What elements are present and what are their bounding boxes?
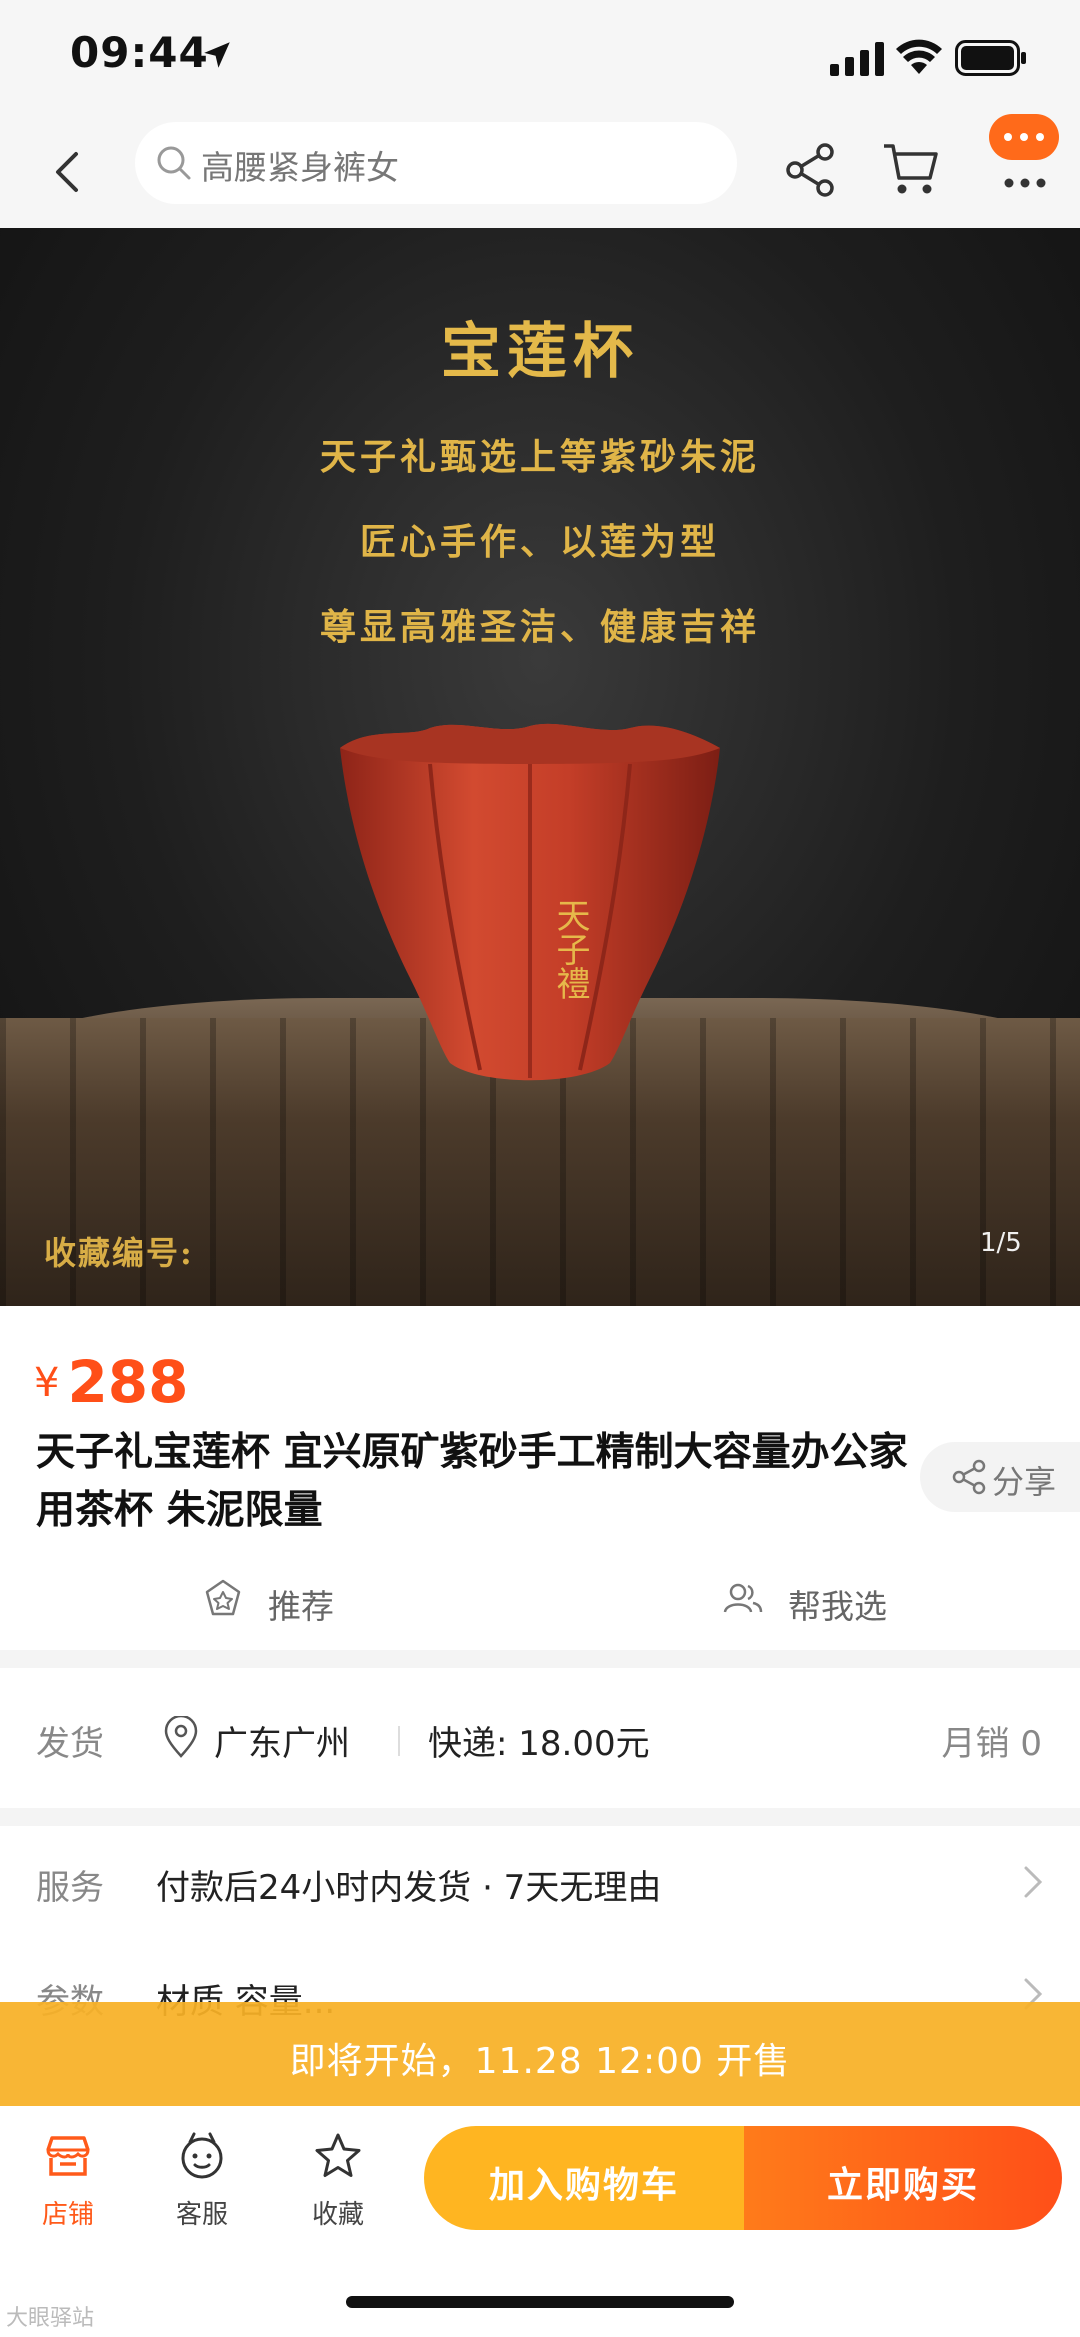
shipping-row[interactable]: 发货 广东广州 快递: 18.00元 月销 0: [0, 1668, 1080, 1808]
location-arrow-icon: [204, 42, 230, 68]
help-choose-label: 帮我选: [788, 1587, 887, 1626]
buy-now-label: 立即购买: [826, 2165, 979, 2206]
hero-line-3: 尊显高雅圣洁、健康吉祥: [319, 606, 760, 648]
share-label: 分享: [992, 1463, 1057, 1501]
shipping-fee: 快递: 18.00元: [428, 1724, 650, 1764]
shipping-location: 广东广州: [214, 1724, 350, 1764]
home-indicator[interactable]: [346, 2296, 734, 2308]
chevron-right-icon[interactable]: [1020, 1862, 1046, 1902]
recommend-row: 推荐 帮我选: [0, 1556, 1080, 1636]
share-icon[interactable]: [780, 140, 840, 200]
people-icon: [723, 1583, 763, 1613]
more-button[interactable]: [985, 114, 1065, 210]
cart-icon[interactable]: [880, 138, 942, 200]
search-input[interactable]: 高腰紧身裤女: [135, 122, 737, 204]
product-title: 天子礼宝莲杯 宜兴原矿紫砂手工精制大容量办公家用茶杯 朱泥限量: [36, 1430, 908, 1533]
image-counter: 1/5: [980, 1228, 1022, 1258]
divider: [398, 1726, 400, 1756]
teacup-image: 天子禮: [340, 723, 720, 1081]
status-bar: 09:44: [0, 0, 1080, 120]
recommend-icon: [205, 1579, 241, 1616]
tab-shop[interactable]: 店铺: [18, 2130, 118, 2240]
star-icon: [315, 2133, 361, 2177]
add-to-cart-button[interactable]: 加入购物车: [424, 2126, 744, 2230]
share-button[interactable]: 分享: [920, 1442, 1080, 1512]
customer-service-icon: [181, 2132, 223, 2179]
add-to-cart-label: 加入购物车: [488, 2165, 679, 2206]
shop-icon: [46, 2136, 90, 2176]
status-time: 09:44: [70, 28, 209, 77]
service-label: 服务: [36, 1868, 104, 1908]
message-badge: [989, 114, 1059, 160]
search-icon: [157, 146, 191, 180]
more-icon: [1004, 178, 1046, 188]
price-currency: ¥: [34, 1360, 60, 1406]
share-icon: [952, 1459, 986, 1495]
recommend-button[interactable]: 推荐: [202, 1576, 362, 1626]
product-image-carousel[interactable]: 宝莲杯 天子礼甄选上等紫砂朱泥 匠心手作、以莲为型 尊显高雅圣洁、健康吉祥 天子…: [0, 228, 1080, 1306]
price: ¥288: [34, 1348, 189, 1416]
presale-banner: 即将开始，11.28 12:00 开售: [0, 2002, 1080, 2106]
search-placeholder: 高腰紧身裤女: [201, 148, 399, 187]
cup-inscription: 天子禮: [550, 898, 590, 1000]
help-choose-button[interactable]: 帮我选: [722, 1576, 922, 1626]
tab-customer-service-label: 客服: [175, 2200, 228, 2230]
recommend-label: 推荐: [268, 1587, 334, 1626]
monthly-sales: 月销 0: [941, 1724, 1042, 1764]
tab-customer-service[interactable]: 客服: [152, 2130, 252, 2240]
signal-icon: [830, 42, 884, 76]
service-card: 服务 付款后24小时内发货 · 7天无理由 参数 材质 容量...: [0, 1826, 1080, 2026]
buy-now-button[interactable]: 立即购买: [744, 2126, 1062, 2230]
tab-favorite[interactable]: 收藏: [288, 2130, 388, 2240]
collection-number-caption: 收藏编号:: [44, 1234, 194, 1272]
price-value: 288: [67, 1348, 189, 1416]
location-pin-icon: [164, 1716, 198, 1758]
nav-bar: 高腰紧身裤女: [0, 114, 1080, 228]
hero-line-2: 匠心手作、以莲为型: [359, 521, 720, 563]
hero-title: 宝莲杯: [441, 317, 639, 387]
product-detail-page: 09:44 高腰紧身裤女 宝莲杯 天子礼甄选上等紫砂朱泥 匠心手作、以莲为型 尊…: [0, 0, 1080, 2337]
tab-shop-label: 店铺: [41, 2200, 94, 2230]
presale-banner-text: 即将开始，11.28 12:00 开售: [289, 2041, 791, 2082]
shipping-label: 发货: [36, 1724, 104, 1764]
product-info-card: ¥288 天子礼宝莲杯 宜兴原矿紫砂手工精制大容量办公家用茶杯 朱泥限量 分享 …: [0, 1306, 1080, 1650]
wifi-icon: [896, 39, 942, 74]
watermark: 大眼驿站: [6, 2306, 95, 2331]
tab-favorite-label: 收藏: [311, 2200, 364, 2230]
hero-line-1: 天子礼甄选上等紫砂朱泥: [319, 436, 760, 478]
battery-icon: [955, 40, 1026, 76]
service-text[interactable]: 付款后24小时内发货 · 7天无理由: [156, 1860, 661, 1909]
back-icon[interactable]: [40, 142, 100, 202]
